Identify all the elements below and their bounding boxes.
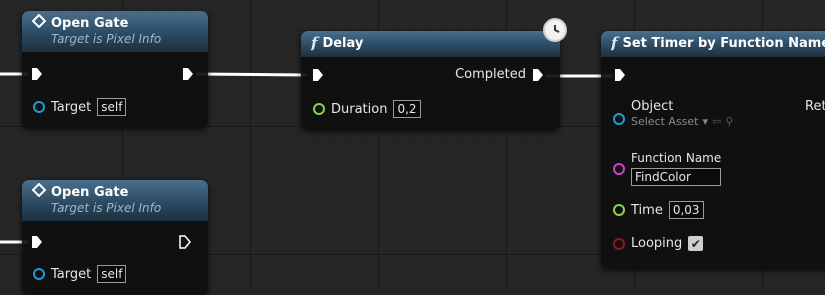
object-pin-icon[interactable] (33, 101, 45, 113)
target-value: self (97, 98, 127, 116)
time-input[interactable]: 0,03 (668, 201, 704, 219)
object-pin-row: Object Select Asset ▾ ⇦ ⚲ (613, 99, 733, 129)
node-delay[interactable]: f Delay Completed Duration 0,2 (301, 31, 560, 130)
diamond-event-icon (32, 183, 47, 201)
node-open-gate-1[interactable]: Open Gate Target is Pixel Info Target se… (22, 11, 208, 128)
node-subtitle: Target is Pixel Info (51, 201, 162, 215)
duration-input[interactable]: 0,2 (393, 100, 421, 118)
exec-output-pin[interactable] (532, 68, 544, 82)
object-label: Object (631, 99, 674, 114)
function-name-pin-row: Function Name FindColor (613, 151, 722, 186)
use-selected-arrow-icon[interactable]: ⇦ (712, 114, 721, 129)
checkmark-icon: ✔ (690, 236, 701, 251)
time-label: Time (631, 202, 663, 218)
node-header[interactable]: Open Gate Target is Pixel Info (22, 180, 208, 221)
function-icon: f (311, 34, 318, 52)
looping-pin-row: Looping ✔ (613, 236, 704, 251)
completed-pin-row: Completed (455, 67, 544, 82)
node-title: Open Gate (51, 15, 129, 31)
object-pin-icon[interactable] (33, 268, 45, 280)
node-title: Delay (322, 35, 364, 51)
function-name-input[interactable]: FindColor (631, 168, 722, 186)
node-open-gate-2[interactable]: Open Gate Target is Pixel Info Target se… (22, 180, 208, 295)
node-header[interactable]: f Delay (301, 31, 560, 57)
function-icon: f (611, 34, 618, 52)
float-pin-icon[interactable] (613, 204, 625, 216)
time-pin-row: Time 0,03 (613, 201, 704, 219)
node-header[interactable]: Open Gate Target is Pixel Info (22, 11, 208, 52)
object-pin-icon[interactable] (613, 113, 625, 125)
dropdown-arrow-icon: ▾ (702, 115, 709, 128)
duration-pin-row: Duration 0,2 (313, 100, 421, 118)
function-name-label: Function Name (631, 151, 722, 165)
select-asset-label: Select Asset (631, 115, 699, 128)
node-title: Open Gate (51, 184, 129, 200)
float-pin-icon[interactable] (313, 103, 325, 115)
name-pin-icon[interactable] (613, 163, 625, 175)
node-header[interactable]: f Set Timer by Function Name (601, 31, 825, 57)
looping-label: Looping (631, 236, 683, 251)
node-title: Set Timer by Function Name (622, 35, 825, 51)
target-label: Target (51, 266, 92, 282)
return-value-label: Ret (805, 99, 825, 114)
bool-pin-icon[interactable] (613, 237, 625, 250)
duration-label: Duration (331, 101, 388, 117)
browse-icon[interactable]: ⚲ (725, 114, 733, 129)
clock-icon (543, 18, 567, 42)
node-set-timer[interactable]: f Set Timer by Function Name Object Sele… (601, 31, 825, 269)
wire-opengate-to-delay (195, 72, 307, 77)
target-pin-row: Target self (33, 98, 127, 116)
target-pin-row: Target self (33, 265, 127, 283)
select-asset-dropdown[interactable]: Select Asset ▾ ⇦ ⚲ (631, 114, 733, 129)
node-subtitle: Target is Pixel Info (51, 32, 162, 46)
completed-label: Completed (455, 67, 526, 82)
target-label: Target (51, 99, 92, 115)
looping-checkbox[interactable]: ✔ (688, 236, 704, 251)
target-value: self (97, 265, 127, 283)
diamond-event-icon (32, 14, 47, 32)
